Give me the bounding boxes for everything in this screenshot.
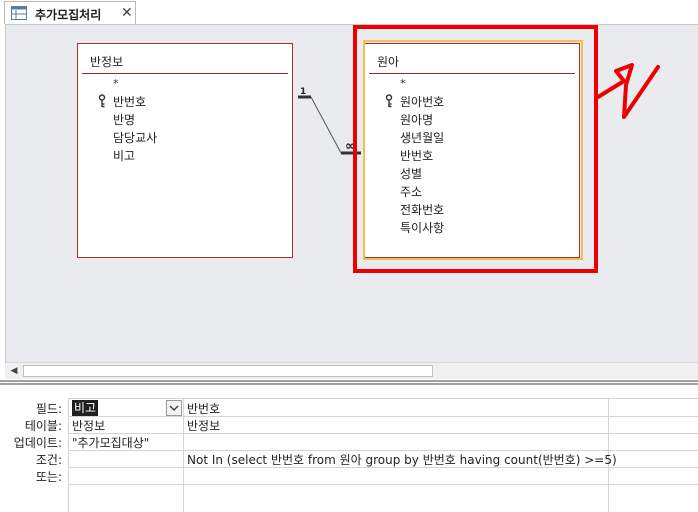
grid-row-divider — [68, 484, 698, 485]
grid-col-divider — [68, 398, 69, 512]
grid-row-divider — [68, 416, 698, 417]
field-dropdown-col1[interactable]: 비고 — [70, 400, 183, 416]
field-item[interactable]: 비고 — [113, 147, 135, 164]
grid-row-divider — [68, 398, 698, 399]
field-value-col1[interactable]: 비고 — [72, 400, 99, 416]
field-item[interactable]: 담당교사 — [113, 129, 157, 146]
pane-splitter[interactable] — [0, 380, 698, 385]
query-tab[interactable]: 추가모집처리 ✕ — [4, 1, 136, 24]
chevron-down-icon[interactable] — [166, 400, 182, 416]
grid-col-divider — [183, 398, 184, 512]
scrollbar-thumb[interactable] — [23, 365, 433, 377]
table-title-divider — [82, 73, 288, 74]
relationship-one-label: 1 — [300, 87, 307, 97]
row-label-update: 업데이트: — [13, 436, 62, 450]
row-label-or: 또는: — [35, 470, 62, 484]
close-icon[interactable]: ✕ — [121, 5, 133, 21]
table-value-col2[interactable]: 반정보 — [187, 417, 220, 434]
table-title: 반정보 — [90, 55, 124, 69]
row-label-field: 필드: — [35, 402, 62, 416]
criteria-value-col2[interactable]: Not In (select 반번호 from 원아 group by 반번호 … — [187, 451, 617, 468]
document-tab-strip: 추가모집처리 ✕ — [0, 0, 698, 24]
field-value-col2[interactable]: 반번호 — [187, 400, 220, 417]
annotation-check-mark — [596, 63, 660, 119]
row-label-criteria: 조건: — [35, 453, 62, 467]
tab-title: 추가모집처리 — [35, 8, 102, 22]
update-value-col1[interactable]: "추가모집대상" — [72, 434, 149, 451]
annotation-highlight-box — [353, 25, 598, 273]
field-item[interactable]: 반명 — [113, 111, 135, 128]
scroll-left-icon[interactable]: ◀ — [7, 365, 21, 377]
query-icon — [11, 6, 27, 20]
table-box-class[interactable]: 반정보 * 반번호 반명 담당교사 비고 — [77, 43, 293, 258]
query-design-grid: 필드: 테이블: 업데이트: 조건: 또는: 비고 반정보 "추가모집대상" 반… — [0, 386, 698, 512]
grid-row-divider — [68, 433, 698, 434]
table-value-col1[interactable]: 반정보 — [72, 417, 105, 434]
canvas-horizontal-scrollbar[interactable]: ◀ — [5, 362, 698, 379]
field-item[interactable]: 반번호 — [113, 93, 146, 110]
all-fields-star[interactable]: * — [113, 77, 119, 90]
primary-key-icon — [98, 94, 106, 108]
row-label-table: 테이블: — [24, 419, 62, 433]
query-design-canvas[interactable]: 반정보 * 반번호 반명 담당교사 비고 1 ∞ 원아 * 원아번호 원아명 생… — [5, 24, 698, 362]
